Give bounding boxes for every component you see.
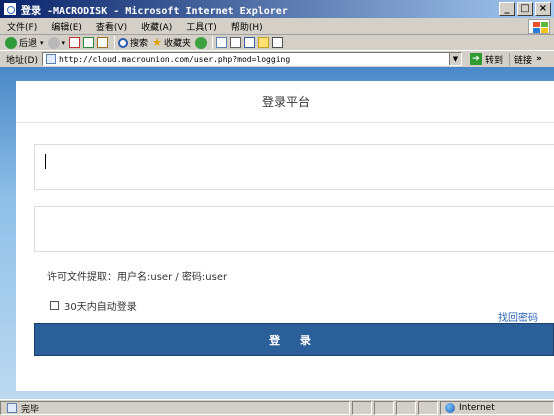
remember-me[interactable]: 30天内自动登录: [50, 298, 137, 313]
stop-icon[interactable]: [69, 37, 81, 48]
status-bar: 完毕 Internet: [0, 399, 554, 416]
chevron-down-icon: ▾: [61, 38, 66, 47]
back-arrow-icon: [5, 36, 17, 49]
username-input[interactable]: [35, 145, 554, 189]
go-button[interactable]: ➔ 转到: [469, 53, 503, 66]
go-label: 转到: [484, 55, 503, 66]
status-text-area: 完毕: [0, 401, 350, 415]
search-button[interactable]: 搜索: [118, 36, 148, 49]
zone-text: Internet: [459, 403, 495, 413]
address-input[interactable]: http://cloud.macrounion.com/user.php?mod…: [41, 52, 462, 66]
menu-tools[interactable]: 工具(T): [179, 20, 224, 33]
security-zone: Internet: [440, 401, 554, 415]
text-caret: [45, 154, 46, 169]
page-done-icon: [7, 403, 17, 413]
menu-view[interactable]: 查看(V): [89, 20, 134, 33]
minimize-button[interactable]: _: [499, 2, 515, 16]
maximize-button[interactable]: □: [517, 2, 533, 16]
favorites-label: 收藏夹: [163, 39, 191, 49]
status-text: 完毕: [21, 404, 40, 415]
home-icon[interactable]: [97, 37, 109, 48]
search-icon: [118, 37, 129, 48]
forward-button[interactable]: ▾: [47, 36, 66, 49]
address-label: 地址(D): [6, 55, 38, 66]
edit-icon[interactable]: [243, 37, 255, 48]
remember-checkbox[interactable]: [50, 301, 59, 310]
toolbar-divider: [114, 36, 116, 49]
page-icon: [45, 54, 56, 64]
links-button[interactable]: 链接: [508, 52, 532, 66]
address-dropdown-icon[interactable]: ▼: [448, 53, 461, 65]
status-cell: [396, 401, 416, 415]
close-button[interactable]: ×: [535, 2, 551, 16]
username-field[interactable]: [34, 144, 554, 190]
star-icon: ★: [152, 36, 162, 49]
search-label: 搜索: [130, 39, 149, 49]
password-field[interactable]: [34, 206, 554, 252]
credentials-hint: 许可文件提取：用户名:user / 密码:user: [47, 272, 228, 283]
status-cell: [352, 401, 372, 415]
globe-icon: [445, 403, 455, 413]
windows-logo-icon: [528, 19, 550, 34]
login-panel: 登录平台 许可文件提取：用户名:user / 密码:user 30天内自动登录 …: [16, 81, 554, 391]
menu-help[interactable]: 帮助(H): [224, 20, 270, 33]
go-arrow-icon: ➔: [469, 53, 482, 65]
forgot-password-link[interactable]: 找回密码: [498, 309, 538, 324]
page-viewport: 登录平台 许可文件提取：用户名:user / 密码:user 30天内自动登录 …: [0, 67, 554, 399]
history-icon[interactable]: [194, 36, 207, 49]
menu-edit[interactable]: 编辑(E): [44, 20, 89, 33]
ie-page-icon: [3, 2, 17, 16]
login-button[interactable]: 登 录: [34, 323, 554, 356]
chevron-down-icon: ▾: [40, 38, 44, 47]
status-cell: [418, 401, 438, 415]
refresh-icon[interactable]: [83, 37, 95, 48]
status-cell: [374, 401, 394, 415]
print-icon[interactable]: [229, 37, 241, 48]
menu-file[interactable]: 文件(F): [0, 20, 44, 33]
toolbar-divider: [211, 36, 213, 49]
chevron-right-icon[interactable]: »: [536, 54, 542, 64]
back-label: 后退: [19, 39, 38, 49]
standard-toolbar: 后退 ▾ ▾ 搜索 ★ 收藏夹: [0, 35, 554, 51]
page-title: 登录平台: [16, 81, 554, 123]
favorites-button[interactable]: ★ 收藏夹: [152, 36, 191, 49]
messenger-icon[interactable]: [271, 37, 283, 48]
mail-icon[interactable]: [215, 37, 227, 48]
forward-arrow-icon: [47, 36, 60, 49]
remember-label: 30天内自动登录: [64, 302, 137, 313]
window-titlebar: 登录 -MACRODISK - Microsoft Internet Explo…: [0, 0, 554, 18]
password-input[interactable]: [35, 207, 554, 251]
menu-favorites[interactable]: 收藏(A): [134, 20, 179, 33]
back-button[interactable]: 后退 ▾: [5, 36, 44, 49]
menu-bar: 文件(F) 编辑(E) 查看(V) 收藏(A) 工具(T) 帮助(H): [0, 18, 554, 35]
window-title: 登录 -MACRODISK - Microsoft Internet Explo…: [21, 5, 288, 17]
discuss-icon[interactable]: [257, 37, 269, 48]
address-bar: 地址(D) http://cloud.macrounion.com/user.p…: [0, 51, 554, 67]
address-url: http://cloud.macrounion.com/user.php?mod…: [58, 54, 291, 64]
